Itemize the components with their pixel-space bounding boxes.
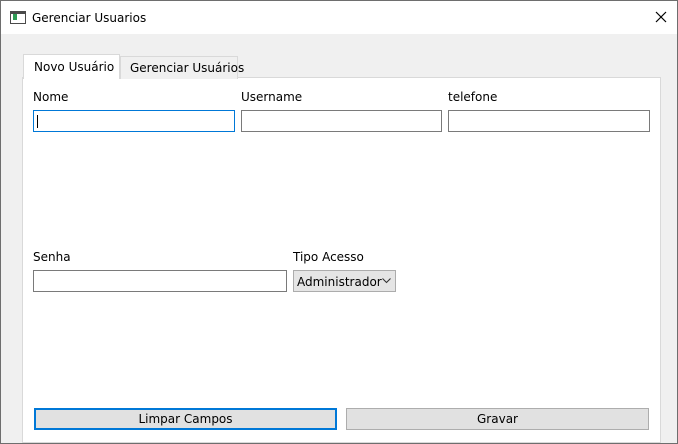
nome-field[interactable]	[33, 110, 235, 132]
tab-novo-usuario[interactable]: Novo Usuário	[23, 54, 120, 79]
tab-label: Novo Usuário	[34, 60, 115, 74]
username-label: Username	[241, 90, 303, 104]
senha-field[interactable]	[33, 270, 287, 292]
title-bar[interactable]: Gerenciar Usuarios	[1, 1, 677, 34]
close-icon	[655, 11, 667, 23]
window-title: Gerenciar Usuarios	[32, 11, 147, 25]
username-field[interactable]	[241, 110, 442, 132]
window-app-icon	[10, 11, 26, 24]
tipo-acesso-value: Administrador	[297, 275, 382, 289]
tab-gerenciar-usuarios[interactable]: Gerenciar Usuários	[120, 56, 244, 79]
tab-label: Gerenciar Usuários	[130, 61, 245, 75]
tipo-acesso-select[interactable]: Administrador	[293, 270, 396, 292]
telefone-field[interactable]	[448, 110, 650, 132]
app-window: Gerenciar Usuarios Novo Usuário Gerencia…	[0, 0, 678, 444]
close-button[interactable]	[645, 1, 677, 34]
nome-label: Nome	[33, 90, 69, 104]
telefone-label: telefone	[448, 90, 498, 104]
limpar-campos-button[interactable]: Limpar Campos	[34, 408, 337, 430]
tipo-acesso-label: Tipo Acesso	[293, 250, 364, 264]
gravar-button[interactable]: Gravar	[346, 408, 649, 430]
chevron-down-icon	[382, 278, 391, 284]
senha-label: Senha	[33, 250, 71, 264]
text-caret	[37, 115, 38, 128]
